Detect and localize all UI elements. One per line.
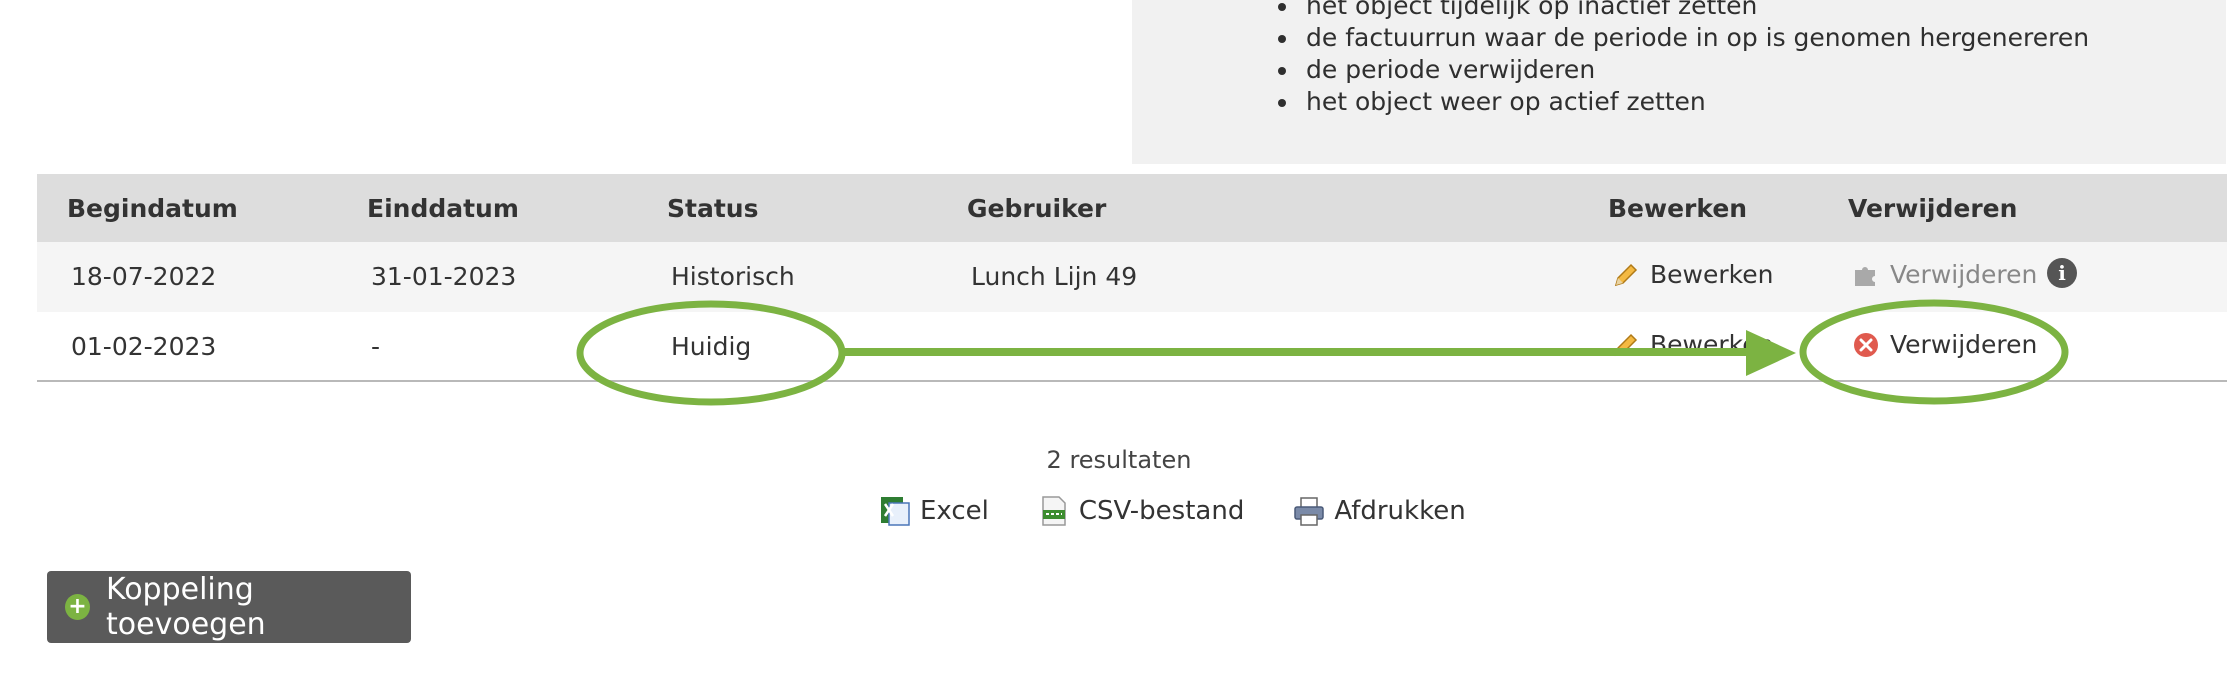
header-bewerken: Bewerken: [1608, 194, 1748, 223]
pencil-icon: [1614, 263, 1638, 286]
delete-link-disabled: Verwijderen: [1852, 260, 2037, 289]
export-print-label: Afdrukken: [1334, 496, 1466, 526]
export-csv-label: CSV-bestand: [1078, 496, 1245, 526]
header-status[interactable]: Status: [667, 194, 758, 223]
delete-x-icon: [1854, 332, 1878, 357]
edit-link[interactable]: Bewerken: [1612, 330, 1773, 359]
header-einddatum[interactable]: Einddatum: [367, 194, 519, 223]
delete-label: Verwijderen: [1890, 260, 2038, 289]
header-gebruiker[interactable]: Gebruiker: [967, 194, 1106, 223]
table-row: 18-07-2022 31-01-2023 Historisch Lunch L…: [37, 242, 2227, 312]
delete-link[interactable]: Verwijderen: [1852, 330, 2037, 359]
export-csv-link[interactable]: CSV-bestand: [1037, 494, 1244, 528]
edit-link[interactable]: Bewerken: [1612, 260, 1773, 289]
table-header: Begindatum Einddatum Status Gebruiker Be…: [37, 174, 2227, 242]
cell-begindatum: 18-07-2022: [71, 262, 217, 291]
cell-status: Huidig: [671, 332, 752, 361]
delete-label: Verwijderen: [1890, 330, 2038, 359]
excel-icon: [881, 497, 910, 526]
plus-circle-icon: +: [65, 594, 91, 620]
edit-label: Bewerken: [1650, 330, 1774, 359]
results-count: 2 resultaten: [1046, 446, 1192, 474]
printer-icon: [1294, 497, 1325, 526]
cell-einddatum: 31-01-2023: [371, 262, 517, 291]
cell-gebruiker: Lunch Lijn 49: [971, 262, 1138, 291]
instruction-item: het object tijdelijk op inactief zetten: [1300, 0, 2089, 22]
header-verwijderen: Verwijderen: [1848, 194, 2018, 223]
table-row: 01-02-2023 - Huidig Bewerken Verwijderen: [37, 312, 2227, 382]
instruction-list: het object tijdelijk op inactief zetten …: [1300, 0, 2089, 118]
header-begindatum[interactable]: Begindatum: [67, 194, 238, 223]
add-link-label: Koppeling toevoegen: [106, 572, 266, 642]
export-print-link[interactable]: Afdrukken: [1292, 494, 1466, 528]
info-box: het object tijdelijk op inactief zetten …: [1132, 0, 2226, 164]
cell-begindatum: 01-02-2023: [71, 332, 217, 361]
puzzle-icon: [1855, 266, 1875, 286]
pencil-icon: [1614, 333, 1638, 356]
export-excel-label: Excel: [920, 496, 989, 526]
periods-table: Begindatum Einddatum Status Gebruiker Be…: [37, 174, 2227, 382]
add-link-button[interactable]: + Koppeling toevoegen: [47, 571, 411, 643]
cell-einddatum: -: [371, 332, 381, 361]
instruction-item: het object weer op actief zetten: [1300, 86, 2089, 118]
instruction-item: de factuurrun waar de periode in op is g…: [1300, 22, 2089, 54]
info-icon[interactable]: i: [2047, 258, 2077, 288]
export-bar: Excel CSV-bestand Afdrukken: [878, 494, 1466, 528]
export-excel-link[interactable]: Excel: [878, 494, 989, 528]
csv-icon: [1042, 496, 1066, 526]
cell-status: Historisch: [671, 262, 795, 291]
edit-label: Bewerken: [1650, 260, 1774, 289]
instruction-item: de periode verwijderen: [1300, 54, 2089, 86]
